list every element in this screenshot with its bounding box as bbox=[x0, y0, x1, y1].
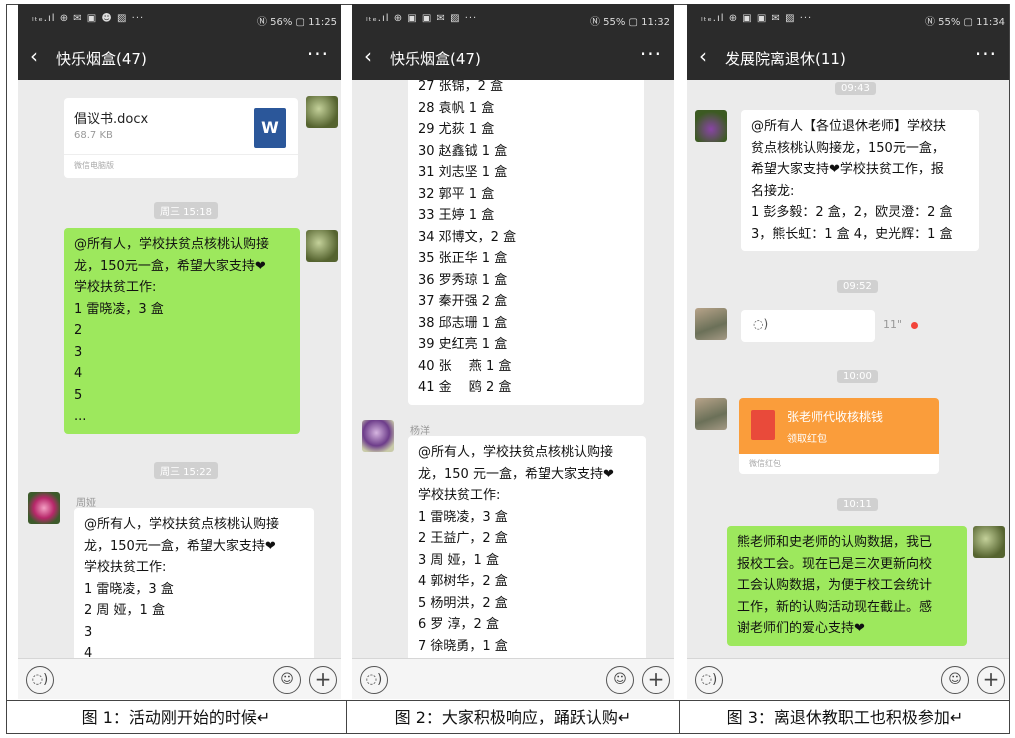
chat-header: ‹ 快乐烟盒(47) ··· bbox=[18, 34, 341, 80]
red-packet-title: 张老师代收核桃钱 bbox=[787, 410, 884, 424]
caption-1: 图 1：活动刚开始的时候↵ bbox=[6, 700, 346, 734]
red-packet-message[interactable]: 张老师代收核桃钱 领取红包 微信红包 bbox=[739, 398, 939, 476]
timestamp: 09:52 bbox=[837, 280, 878, 293]
voice-icon[interactable]: ◌) bbox=[695, 666, 723, 694]
word-file-icon: W bbox=[254, 108, 286, 148]
status-icons: ₗₜₑ.ıl ⊕ ✉ ▣ ☻ ▨ ··· bbox=[32, 13, 145, 24]
red-packet-sub: 领取红包 bbox=[787, 434, 827, 445]
emoji-icon[interactable]: ☺ bbox=[273, 666, 301, 694]
voice-icon[interactable]: ◌) bbox=[360, 666, 388, 694]
message-list[interactable]: 倡议书.docx 68.7 KB W 微信电脑版 周三 15:18 @所有人，学… bbox=[18, 80, 341, 658]
avatar[interactable] bbox=[306, 96, 338, 128]
avatar[interactable] bbox=[362, 420, 394, 452]
red-packet-footer: 微信红包 bbox=[749, 459, 781, 468]
message-list[interactable]: 09:43 @所有人【各位退休老师】学校扶 贫点核桃认购接龙，150元一盒， 希… bbox=[687, 80, 1009, 658]
chat-screen-1: ₗₜₑ.ıl ⊕ ✉ ▣ ☻ ▨ ··· Ⓝ 56% ▢ 11:25 ‹ 快乐烟… bbox=[18, 4, 341, 699]
message-bubble[interactable]: 熊老师和史老师的认购数据，我已 报校工会。现在已是三次更新向校 工会认购数据，为… bbox=[727, 526, 967, 646]
avatar[interactable] bbox=[973, 526, 1005, 558]
avatar[interactable] bbox=[695, 308, 727, 340]
sender-name: 周娅 bbox=[76, 498, 96, 509]
back-icon[interactable]: ‹ bbox=[30, 46, 38, 66]
status-icons: ₗₜₑ.ıl ⊕ ▣ ▣ ✉ ▨ ··· bbox=[701, 13, 813, 24]
avatar[interactable] bbox=[695, 110, 727, 142]
sender-name: 杨洋 bbox=[410, 426, 430, 437]
chat-header: ‹ 发展院离退休(11) ··· bbox=[687, 34, 1009, 80]
status-bar: ₗₜₑ.ıl ⊕ ▣ ▣ ✉ ▨ ··· Ⓝ 55% ▢ 11:34 bbox=[687, 4, 1009, 34]
chat-title: 快乐烟盒(47) bbox=[390, 50, 481, 68]
message-bubble[interactable]: @所有人，学校扶贫点核桃认购接 龙，150元一盒，希望大家支持❤ 学校扶贫工作:… bbox=[64, 228, 300, 434]
chat-screen-3: ₗₜₑ.ıl ⊕ ▣ ▣ ✉ ▨ ··· Ⓝ 55% ▢ 11:34 ‹ 发展院… bbox=[687, 4, 1009, 699]
plus-icon[interactable]: + bbox=[977, 666, 1005, 694]
avatar[interactable] bbox=[28, 492, 60, 524]
chat-title: 快乐烟盒(47) bbox=[56, 50, 147, 68]
plus-icon[interactable]: + bbox=[309, 666, 337, 694]
unread-dot bbox=[911, 322, 918, 329]
avatar[interactable] bbox=[306, 230, 338, 262]
chat-title: 发展院离退休(11) bbox=[725, 50, 846, 68]
chat-screen-2: ₗₜₑ.ıl ⊕ ▣ ▣ ✉ ▨ ··· Ⓝ 55% ▢ 11:32 ‹ 快乐烟… bbox=[352, 4, 674, 699]
timestamp: 周三 15:22 bbox=[154, 462, 218, 479]
voice-wave-icon: ◌) bbox=[753, 317, 769, 331]
emoji-icon[interactable]: ☺ bbox=[606, 666, 634, 694]
status-time: Ⓝ 55% ▢ 11:34 bbox=[924, 17, 1005, 28]
timestamp: 09:43 bbox=[835, 82, 876, 95]
status-bar: ₗₜₑ.ıl ⊕ ✉ ▣ ☻ ▨ ··· Ⓝ 56% ▢ 11:25 bbox=[18, 4, 341, 34]
voice-message[interactable]: ◌) bbox=[741, 310, 875, 342]
timestamp: 10:11 bbox=[837, 498, 878, 511]
caption-3: 图 3：离退休教职工也积极参加↵ bbox=[679, 700, 1010, 734]
timestamp: 周三 15:18 bbox=[154, 202, 218, 219]
file-size: 68.7 KB bbox=[74, 130, 113, 141]
timestamp: 10:00 bbox=[837, 370, 878, 383]
chat-header: ‹ 快乐烟盒(47) ··· bbox=[352, 34, 674, 80]
file-name: 倡议书.docx bbox=[74, 112, 149, 127]
divider bbox=[64, 154, 298, 155]
more-icon[interactable]: ··· bbox=[307, 42, 329, 66]
input-bar: ◌) ☺ + bbox=[687, 658, 1009, 699]
message-bubble[interactable]: @所有人【各位退休老师】学校扶 贫点核桃认购接龙，150元一盒， 希望大家支持❤… bbox=[741, 110, 979, 251]
voice-duration: 11" bbox=[883, 318, 903, 331]
voice-icon[interactable]: ◌) bbox=[26, 666, 54, 694]
status-time: Ⓝ 56% ▢ 11:25 bbox=[256, 17, 337, 28]
message-bubble[interactable]: @所有人，学校扶贫点核桃认购接 龙，150元一盒，希望大家支持❤ 学校扶贫工作:… bbox=[74, 508, 314, 658]
back-icon[interactable]: ‹ bbox=[364, 46, 372, 66]
input-bar: ◌) ☺ + bbox=[352, 658, 674, 699]
red-packet-icon bbox=[751, 410, 775, 440]
more-icon[interactable]: ··· bbox=[975, 42, 997, 66]
more-icon[interactable]: ··· bbox=[640, 42, 662, 66]
status-bar: ₗₜₑ.ıl ⊕ ▣ ▣ ✉ ▨ ··· Ⓝ 55% ▢ 11:32 bbox=[352, 4, 674, 34]
plus-icon[interactable]: + bbox=[642, 666, 670, 694]
status-time: Ⓝ 55% ▢ 11:32 bbox=[589, 17, 670, 28]
emoji-icon[interactable]: ☺ bbox=[941, 666, 969, 694]
message-bubble[interactable]: @所有人，学校扶贫点核桃认购接 龙，150 元一盒，希望大家支持❤ 学校扶贫工作… bbox=[408, 436, 646, 658]
avatar[interactable] bbox=[695, 398, 727, 430]
message-bubble[interactable]: 27 张锦，2 盒 28 袁帆 1 盒 29 尤荻 1 盒 30 赵鑫钺 1 盒… bbox=[408, 80, 644, 405]
file-message[interactable]: 倡议书.docx 68.7 KB W 微信电脑版 bbox=[64, 98, 298, 178]
back-icon[interactable]: ‹ bbox=[699, 46, 707, 66]
status-icons: ₗₜₑ.ıl ⊕ ▣ ▣ ✉ ▨ ··· bbox=[366, 13, 478, 24]
input-bar: ◌) ☺ + bbox=[18, 658, 341, 699]
message-list[interactable]: 27 张锦，2 盒 28 袁帆 1 盒 29 尤荻 1 盒 30 赵鑫钺 1 盒… bbox=[352, 80, 674, 658]
caption-2: 图 2：大家积极响应，踊跃认购↵ bbox=[346, 700, 679, 734]
file-source: 微信电脑版 bbox=[74, 161, 114, 170]
